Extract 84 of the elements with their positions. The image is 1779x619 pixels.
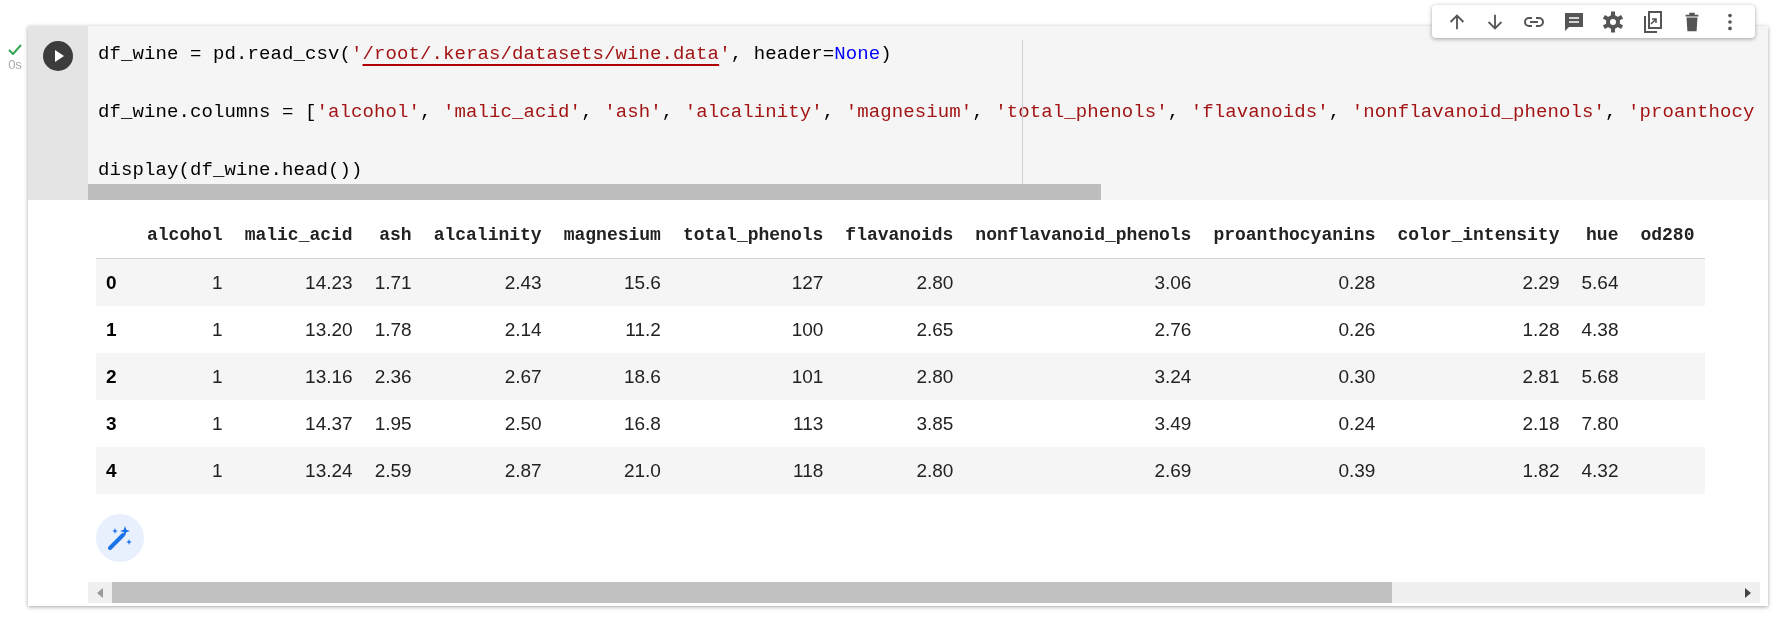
code-line: df_wine.columns = ['alcohol', 'malic_acid', 'ash', 'alcalinity', 'magnesium', 'total_phenols', 'flavanoids', 'nonflavanoid_phenols', 'proanthocy — [98, 100, 1756, 124]
table-cell: 2.29 — [1522, 271, 1560, 293]
table-cell: 3.85 — [916, 412, 954, 434]
table-cell: 5.64 — [1581, 271, 1619, 293]
table-cell: 2.80 — [916, 271, 954, 293]
table-cell: 100 — [791, 318, 824, 340]
column-header: alcalinity — [422, 211, 553, 259]
table-cell: 2.14 — [504, 318, 542, 340]
table-cell: 1 — [212, 412, 223, 434]
table-cell: 2.59 — [374, 459, 412, 481]
column-header: flavanoids — [834, 211, 965, 259]
settings-icon[interactable] — [1601, 9, 1626, 34]
table-cell: 3.49 — [1154, 412, 1192, 434]
table-cell: 5.68 — [1581, 365, 1619, 387]
column-header: od280 — [1629, 211, 1706, 259]
table-cell: 2.50 — [504, 412, 542, 434]
table-cell: 2.43 — [504, 271, 542, 293]
row-index: 3 — [96, 400, 136, 447]
table-cell: 0.26 — [1338, 318, 1376, 340]
execution-time: 0s — [8, 57, 22, 72]
table-cell: 2.80 — [916, 365, 954, 387]
scrollbar-thumb[interactable] — [88, 184, 1101, 200]
column-header: ash — [363, 211, 423, 259]
table-cell: 2.18 — [1522, 412, 1560, 434]
table-cell: 14.23 — [305, 271, 353, 293]
column-header: magnesium — [552, 211, 672, 259]
table-cell: 21.0 — [623, 459, 661, 481]
code-editor[interactable] — [88, 26, 1768, 200]
table-cell: 3.24 — [1154, 365, 1192, 387]
table-cell: 4.32 — [1581, 459, 1619, 481]
table-cell: 2.81 — [1522, 365, 1560, 387]
row-index: 2 — [96, 353, 136, 400]
row-index: 4 — [96, 447, 136, 494]
table-cell: 2.87 — [504, 459, 542, 481]
table-cell: 1.28 — [1522, 318, 1560, 340]
table-cell: 1 — [212, 365, 223, 387]
table-cell: 2.76 — [1154, 318, 1192, 340]
table-cell: 2.80 — [916, 459, 954, 481]
column-header: hue — [1570, 211, 1630, 259]
table-cell: 1 — [212, 271, 223, 293]
table-cell: 16.8 — [623, 412, 661, 434]
column-header: nonflavanoid_phenols — [964, 211, 1203, 259]
row-index: 0 — [96, 258, 136, 306]
magic-wand-button[interactable] — [96, 514, 144, 562]
table-cell: 1.82 — [1522, 459, 1560, 481]
table-cell: 0.24 — [1338, 412, 1376, 434]
table-cell: 2.36 — [374, 365, 412, 387]
code-line: display(df_wine.head()) — [98, 158, 364, 182]
table-cell: 127 — [791, 271, 824, 293]
code-line: df_wine = pd.read_csv('/root/.keras/datasets/wine.data', header=None) — [98, 42, 893, 66]
table-cell: 18.6 — [623, 365, 661, 387]
table-cell: 2.67 — [504, 365, 542, 387]
scroll-right-icon[interactable] — [1744, 587, 1752, 598]
table-cell: 15.6 — [623, 271, 661, 293]
run-button[interactable] — [43, 41, 73, 71]
table-cell: 1.71 — [374, 271, 412, 293]
table-cell: 13.16 — [305, 365, 353, 387]
table-cell: 1 — [212, 318, 223, 340]
column-header: color_intensity — [1386, 211, 1571, 259]
table-cell: 2.65 — [916, 318, 954, 340]
table-cell: 14.37 — [305, 412, 353, 434]
column-header: proanthocyanins — [1202, 211, 1387, 259]
table-cell: 101 — [791, 365, 824, 387]
table-cell: 13.20 — [305, 318, 353, 340]
table-cell: 4.38 — [1581, 318, 1619, 340]
column-header: total_phenols — [671, 211, 835, 259]
table-cell: 13.24 — [305, 459, 353, 481]
table-cell: 113 — [793, 412, 824, 434]
table-cell: 0.28 — [1338, 271, 1376, 293]
table-cell: 3.06 — [1154, 271, 1192, 293]
table-cell: 1 — [212, 459, 223, 481]
check-icon — [8, 44, 22, 55]
table-cell: 0.30 — [1338, 365, 1376, 387]
column-header: malic_acid — [233, 211, 364, 259]
table-cell: 1.78 — [374, 318, 412, 340]
table-cell: 11.2 — [625, 318, 661, 340]
table-cell: 0.39 — [1338, 459, 1376, 481]
column-header: alcohol — [136, 211, 234, 259]
table-cell: 1.95 — [374, 412, 412, 434]
table-cell: 2.69 — [1154, 459, 1192, 481]
table-cell: 7.80 — [1581, 412, 1619, 434]
horizontal-scrollbar[interactable] — [88, 582, 1760, 603]
row-index: 1 — [96, 306, 136, 353]
table-cell: 118 — [793, 459, 824, 481]
